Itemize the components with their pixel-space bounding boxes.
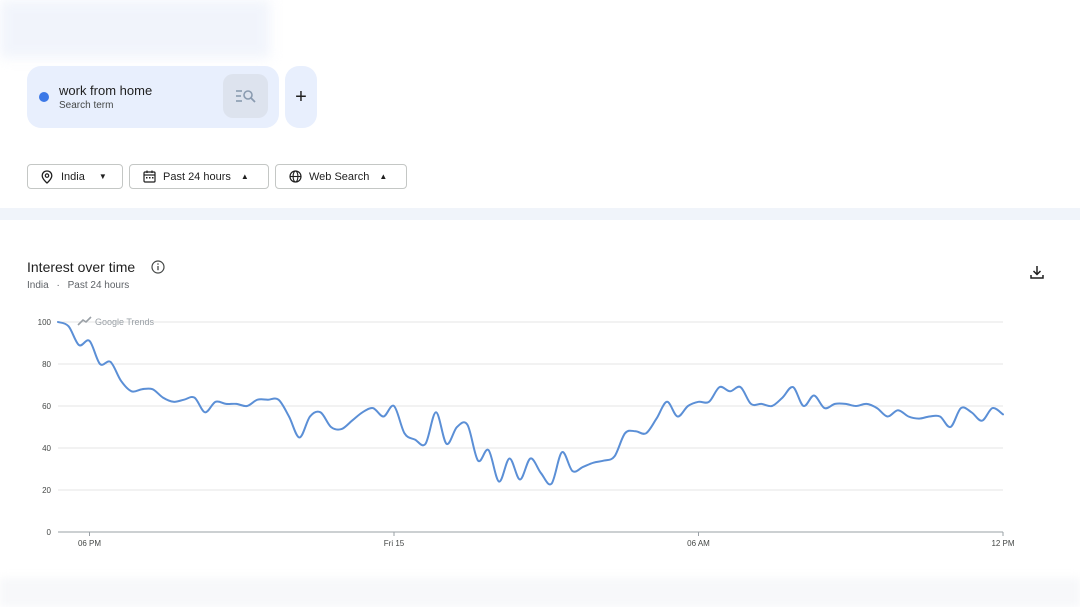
blurred-header <box>0 0 270 58</box>
y-tick-label: 0 <box>47 528 52 537</box>
x-tick-label: 06 AM <box>687 539 710 548</box>
time-range-filter-label: Past 24 hours <box>163 170 231 183</box>
search-term-label: work from home <box>59 83 153 98</box>
panel-title: Interest over time <box>27 259 136 275</box>
y-tick-label: 40 <box>42 444 51 453</box>
google-trends-watermark: Google Trends <box>95 317 155 327</box>
time-range-filter[interactable]: Past 24 hours ▲ <box>129 164 269 189</box>
search-type-filter-label: Web Search <box>309 170 370 183</box>
location-filter[interactable]: India ▼ <box>27 164 123 189</box>
y-tick-label: 60 <box>42 402 51 411</box>
globe-icon <box>288 170 302 184</box>
panel-subtitle-separator: · <box>56 280 60 291</box>
location-filter-label: India <box>61 170 85 183</box>
search-list-icon <box>235 90 256 103</box>
interest-over-time-chart: 0 20 40 60 80 100 06 PM Fri 15 06 AM 12 PM Google … <box>38 316 1015 548</box>
x-tick-label: Fri 15 <box>384 539 405 548</box>
blurred-footer <box>0 578 1080 607</box>
caret-up-icon: ▲ <box>379 172 388 181</box>
caret-down-icon: ▼ <box>98 172 107 181</box>
y-tick-label: 20 <box>42 486 51 495</box>
section-divider <box>0 208 1080 220</box>
info-icon[interactable] <box>151 260 165 274</box>
calendar-icon <box>142 170 156 184</box>
download-icon[interactable] <box>1029 264 1045 280</box>
search-term-sublabel: Search term <box>59 100 114 111</box>
add-comparison-button[interactable]: + <box>285 66 317 128</box>
y-tick-label: 80 <box>42 360 51 369</box>
plus-icon: + <box>295 85 307 108</box>
search-type-filter[interactable]: Web Search ▲ <box>275 164 407 189</box>
panel-subtitle-location: India <box>27 280 49 291</box>
panel-subtitle: India · Past 24 hours <box>27 280 129 291</box>
y-tick-label: 100 <box>38 318 52 327</box>
location-pin-icon <box>40 169 54 184</box>
series-color-dot <box>39 92 49 102</box>
series-line-work-from-home <box>57 321 1004 486</box>
x-tick-label: 12 PM <box>991 539 1014 548</box>
panel-subtitle-time: Past 24 hours <box>67 280 130 291</box>
x-tick-label: 06 PM <box>78 539 101 548</box>
trend-logo-icon <box>77 316 92 326</box>
search-term-card[interactable]: work from home Search term <box>27 66 279 128</box>
search-term-options-button[interactable] <box>223 74 268 118</box>
caret-up-icon: ▲ <box>240 172 249 181</box>
